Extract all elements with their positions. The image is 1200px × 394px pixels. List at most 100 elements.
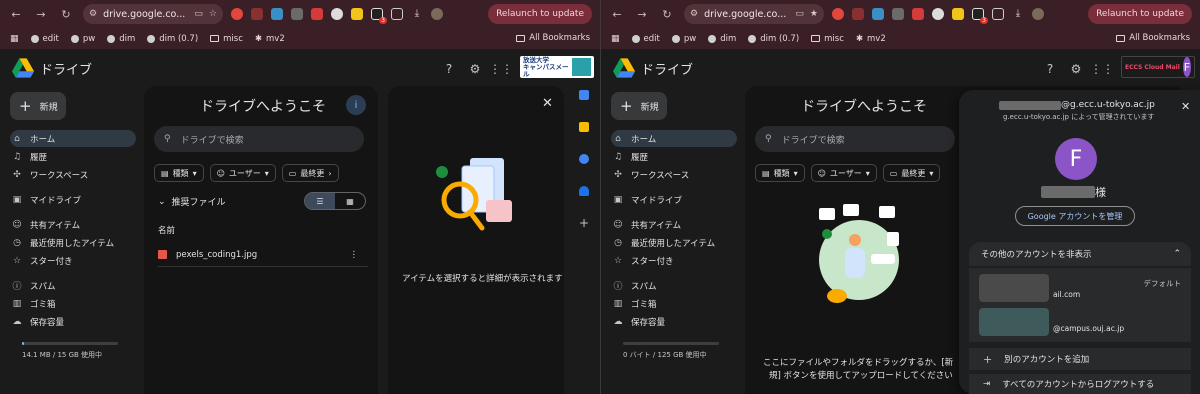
extensions-puzzle-icon[interactable]	[391, 8, 403, 20]
profile-avatar[interactable]	[431, 8, 443, 20]
apps-grid-icon[interactable]: ⋮⋮	[1090, 62, 1114, 76]
extension-icon[interactable]: 3	[972, 8, 988, 24]
bookmark-dim[interactable]: dim	[107, 34, 135, 44]
extension-icon[interactable]	[291, 8, 303, 20]
extension-icon[interactable]	[932, 8, 944, 20]
suggested-section[interactable]: ⌄ 推奨ファイル	[158, 195, 226, 209]
search-input[interactable]: ⚲ ドライブで検索	[154, 126, 364, 152]
help-icon[interactable]: ?	[1043, 62, 1057, 76]
profile-avatar[interactable]	[1032, 8, 1044, 20]
download-icon[interactable]: ⤓	[411, 8, 423, 20]
reload-icon[interactable]: ↻	[659, 6, 675, 22]
calendar-app-icon[interactable]	[579, 90, 589, 100]
new-button[interactable]: + 新規	[10, 92, 66, 120]
sidebar-item-trash[interactable]: ▥ ゴミ箱	[10, 295, 136, 312]
bookmark-star-icon[interactable]: ☆	[209, 9, 217, 19]
cast-icon[interactable]: ▭	[795, 9, 804, 19]
sidebar-item-mydrive[interactable]: ▣ マイドライブ	[10, 191, 136, 208]
apps-grid-icon[interactable]: ⋮⋮	[489, 62, 513, 76]
account-avatar-large[interactable]: F	[1055, 138, 1097, 180]
reload-icon[interactable]: ↻	[58, 6, 74, 22]
extension-icon[interactable]	[251, 8, 263, 20]
more-options-icon[interactable]: ⋮	[350, 250, 359, 260]
chip-modified[interactable]: ▭ 最終更 ▾	[882, 164, 941, 182]
keep-app-icon[interactable]	[579, 122, 589, 132]
org-badge[interactable]: ECCS Cloud Mail F	[1121, 56, 1195, 78]
settings-gear-icon[interactable]: ⚙	[468, 62, 482, 76]
org-badge[interactable]: 放送大学 キャンパスメール	[520, 56, 594, 78]
add-account-button[interactable]: + 別のアカウントを追加	[969, 348, 1191, 370]
chip-modified[interactable]: ▭ 最終更 ›	[281, 164, 339, 182]
chip-type[interactable]: ▤ 種類 ▾	[154, 164, 204, 182]
hide-other-accounts-toggle[interactable]: その他のアカウントを非表示 ⌃	[969, 242, 1191, 266]
contacts-app-icon[interactable]	[579, 186, 589, 196]
view-toggle[interactable]: ☰ ▦	[304, 192, 366, 210]
forward-icon[interactable]: →	[33, 6, 49, 22]
settings-gear-icon[interactable]: ⚙	[1069, 62, 1083, 76]
file-row[interactable]: pexels_coding1.jpg ⋮	[158, 243, 368, 267]
list-view-icon[interactable]: ☰	[305, 193, 335, 209]
bookmark-mv2[interactable]: ✱ mv2	[255, 34, 285, 44]
close-icon[interactable]: ✕	[1181, 100, 1190, 113]
add-app-icon[interactable]: +	[579, 217, 589, 229]
bookmark-dim[interactable]: dim	[708, 34, 736, 44]
extension-icon[interactable]	[952, 8, 964, 20]
apps-grid-icon[interactable]: ▦	[10, 34, 19, 44]
sidebar-item-spam[interactable]: ⓘ スパム	[611, 277, 737, 294]
bookmark-folder-misc[interactable]: misc	[811, 34, 844, 44]
forward-icon[interactable]: →	[634, 6, 650, 22]
bookmark-edit[interactable]: edit	[30, 34, 59, 44]
bookmark-pw[interactable]: pw	[671, 34, 696, 44]
extension-icon[interactable]	[351, 8, 363, 20]
bookmark-mv2[interactable]: ✱ mv2	[856, 34, 886, 44]
tasks-app-icon[interactable]	[579, 154, 589, 164]
chip-people[interactable]: ☺ ユーザー ▾	[810, 164, 877, 182]
sidebar-item-trash[interactable]: ▥ ゴミ箱	[611, 295, 737, 312]
sidebar-item-spam[interactable]: ⓘ スパム	[10, 277, 136, 294]
sidebar-item-workspaces[interactable]: ✣ ワークスペース	[10, 166, 136, 183]
sidebar-item-workspaces[interactable]: ✣ ワークスペース	[611, 166, 737, 183]
all-bookmarks[interactable]: All Bookmarks	[1116, 33, 1190, 43]
extension-icon[interactable]	[832, 8, 844, 20]
bookmark-star-icon[interactable]: ★	[810, 9, 818, 19]
new-button[interactable]: + 新規	[611, 92, 667, 120]
help-icon[interactable]: ?	[442, 62, 456, 76]
address-bar[interactable]: ⚙ drive.google.co... ▭ ★	[684, 4, 824, 24]
sidebar-item-activity[interactable]: ♫ 履歴	[611, 148, 737, 165]
extensions-puzzle-icon[interactable]	[992, 8, 1004, 20]
cast-icon[interactable]: ▭	[194, 9, 203, 19]
grid-view-icon[interactable]: ▦	[335, 193, 365, 209]
extension-icon[interactable]	[311, 8, 323, 20]
info-icon[interactable]: i	[346, 95, 366, 115]
relaunch-button[interactable]: Relaunch to update	[1088, 4, 1192, 24]
drive-logo[interactable]: ドライブ	[613, 58, 693, 78]
sidebar-item-storage[interactable]: ☁ 保存容量	[611, 313, 737, 330]
bookmark-edit[interactable]: edit	[631, 34, 660, 44]
site-info-icon[interactable]: ⚙	[89, 9, 97, 19]
extension-icon[interactable]	[331, 8, 343, 20]
sidebar-item-starred[interactable]: ☆ スター付き	[611, 252, 737, 269]
sidebar-item-mydrive[interactable]: ▣ マイドライブ	[611, 191, 737, 208]
back-icon[interactable]: ←	[8, 6, 24, 22]
sidebar-item-home[interactable]: ⌂ ホーム	[10, 130, 136, 147]
bookmark-folder-misc[interactable]: misc	[210, 34, 243, 44]
extension-icon[interactable]	[271, 8, 283, 20]
extension-icon[interactable]	[872, 8, 884, 20]
sidebar-item-starred[interactable]: ☆ スター付き	[10, 252, 136, 269]
column-header-name[interactable]: 名前	[158, 224, 175, 236]
bookmark-dim-07[interactable]: dim (0.7)	[748, 34, 799, 44]
address-bar[interactable]: ⚙ drive.google.co... ▭ ☆	[83, 4, 223, 24]
all-bookmarks[interactable]: All Bookmarks	[516, 33, 590, 43]
extension-icon[interactable]	[912, 8, 924, 20]
sidebar-item-shared[interactable]: ☺ 共有アイテム	[611, 216, 737, 233]
close-icon[interactable]: ✕	[542, 96, 553, 111]
drive-logo[interactable]: ドライブ	[12, 58, 92, 78]
extension-icon[interactable]: 3	[371, 8, 387, 24]
sidebar-item-activity[interactable]: ♫ 履歴	[10, 148, 136, 165]
download-icon[interactable]: ⤓	[1012, 8, 1024, 20]
sidebar-item-storage[interactable]: ☁ 保存容量	[10, 313, 136, 330]
extension-icon[interactable]	[892, 8, 904, 20]
relaunch-button[interactable]: Relaunch to update	[488, 4, 592, 24]
extension-icon[interactable]	[231, 8, 243, 20]
sidebar-item-recent[interactable]: ◷ 最近使用したアイテム	[10, 234, 136, 251]
